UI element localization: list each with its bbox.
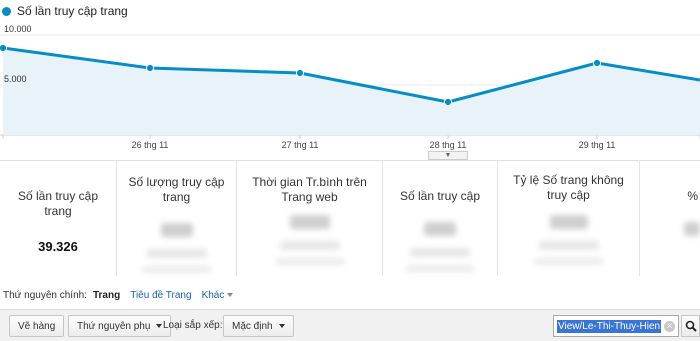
metric-subvalue-blurred bbox=[141, 266, 212, 273]
plot-rows-button[interactable]: Vẽ hàng bbox=[9, 315, 65, 337]
search-button[interactable] bbox=[681, 315, 700, 337]
metric-title: Số lần truy cập trang bbox=[17, 189, 99, 218]
metric-entrances[interactable]: Số lần truy cập bbox=[383, 161, 498, 276]
metric-value-blurred bbox=[549, 215, 588, 229]
sort-type-label: Loại sắp xếp: bbox=[163, 320, 223, 331]
metric-subvalue-blurred bbox=[538, 241, 599, 250]
line-chart: ▼ 10.000 5.000 26 thg 11 27 thg 11 28 thg 11… bbox=[0, 20, 700, 160]
chart-legend: Số lần truy cập trang bbox=[0, 3, 128, 19]
x-tick-label: 29 thg 11 bbox=[578, 140, 616, 150]
legend-dot-icon bbox=[2, 6, 11, 16]
metric-title: Tỷ lệ Số trang không truy cập bbox=[513, 173, 624, 202]
metric-value-blurred bbox=[289, 215, 330, 229]
chart-collapse-handle[interactable]: ▼ bbox=[428, 151, 468, 160]
metric-avg-time[interactable]: Thời gian Tr.bình trên Trang web bbox=[237, 161, 383, 276]
metric-value-blurred bbox=[684, 222, 700, 236]
caret-down-icon bbox=[156, 324, 163, 328]
data-point bbox=[145, 63, 155, 73]
metric-subvalue-blurred bbox=[279, 241, 340, 250]
secondary-dimension-dropdown[interactable]: Thứ nguyên phụ bbox=[68, 315, 172, 337]
chart-svg bbox=[0, 34, 700, 139]
metric-unique-pageviews[interactable]: Số lượng truy cập trang bbox=[117, 161, 237, 276]
metric-percent[interactable]: % bbox=[640, 161, 700, 276]
metric-title: Thời gian Tr.bình trên Trang web bbox=[252, 175, 367, 204]
metric-subvalue-blurred bbox=[533, 258, 604, 265]
clear-icon[interactable] bbox=[664, 321, 675, 332]
metric-title: % bbox=[687, 189, 698, 203]
metric-value-blurred bbox=[424, 222, 456, 236]
data-point bbox=[592, 58, 602, 68]
metric-subvalue-blurred bbox=[274, 258, 345, 265]
y-tick-label: 10.000 bbox=[4, 24, 32, 34]
search-icon bbox=[685, 320, 697, 332]
sort-type-value: Mặc định bbox=[232, 320, 273, 332]
dimension-other-dropdown[interactable]: Khác bbox=[202, 290, 234, 301]
metric-subvalue-blurred bbox=[146, 249, 207, 258]
primary-dimension-label: Thứ nguyên chính: bbox=[3, 289, 87, 301]
metric-value: 39.326 bbox=[38, 239, 78, 254]
caret-down-icon bbox=[227, 293, 234, 297]
metric-value-blurred bbox=[160, 223, 193, 237]
metric-title: Số lần truy cập bbox=[399, 189, 481, 203]
x-tick-label: 28 thg 11 bbox=[429, 140, 467, 150]
y-tick-label: 5.000 bbox=[4, 74, 27, 84]
metrics-scorecards: Số lần truy cập trang 39.326 Số lượng tr… bbox=[0, 160, 700, 276]
dimension-page-title-link[interactable]: Tiêu đề Trang bbox=[130, 290, 191, 301]
data-point bbox=[295, 68, 305, 78]
table-filter-input[interactable]: View/Le-Thi-Thuy-Hien bbox=[553, 315, 679, 337]
caret-down-icon bbox=[278, 324, 285, 328]
sort-type-dropdown[interactable]: Mặc định bbox=[223, 315, 294, 337]
metric-subvalue-blurred bbox=[410, 248, 470, 257]
table-toolbar: Vẽ hàng Thứ nguyên phụ Loại sắp xếp: Mặc… bbox=[0, 309, 700, 341]
metric-pageviews[interactable]: Số lần truy cập trang 39.326 bbox=[0, 161, 117, 276]
dimension-page-active[interactable]: Trang bbox=[93, 290, 120, 301]
table-filter-value[interactable]: View/Le-Thi-Thuy-Hien bbox=[557, 319, 662, 333]
x-tick-label: 27 thg 11 bbox=[281, 140, 319, 150]
primary-dimension-row: Thứ nguyên chính: Trang Tiêu đề Trang Kh… bbox=[0, 287, 234, 303]
metric-title: Số lượng truy cập trang bbox=[128, 175, 225, 204]
dimension-other-label: Khác bbox=[201, 289, 225, 301]
metric-subvalue-blurred bbox=[405, 265, 475, 272]
legend-label: Số lần truy cập trang bbox=[17, 4, 128, 18]
x-tick-label: 26 thg 11 bbox=[131, 140, 169, 150]
metric-bounce-rate[interactable]: Tỷ lệ Số trang không truy cập bbox=[498, 161, 640, 276]
secondary-dimension-label: Thứ nguyên phụ bbox=[77, 320, 151, 332]
data-point bbox=[443, 97, 453, 107]
data-point bbox=[0, 43, 8, 53]
chevron-down-icon: ▼ bbox=[444, 152, 452, 159]
